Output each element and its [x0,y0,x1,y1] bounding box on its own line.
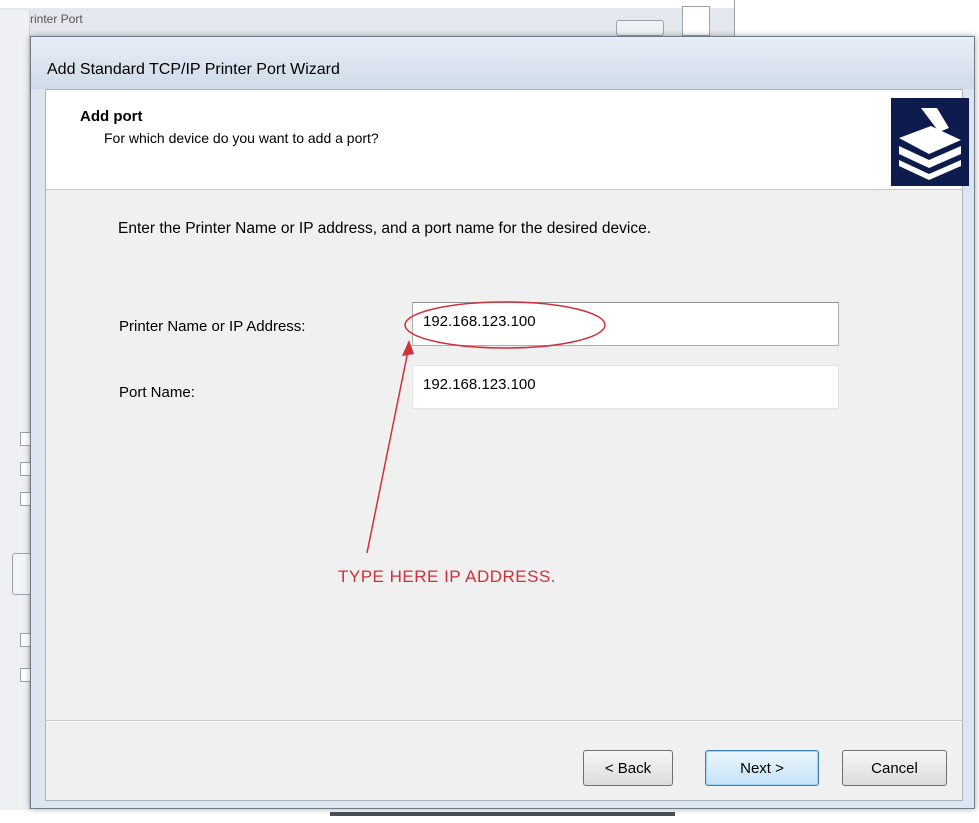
background-window-title: Printer Port [22,12,83,26]
button-area-separator-highlight [46,721,962,722]
wizard-header: Add port For which device do you want to… [46,90,969,190]
wizard-header-subtitle: For which device do you want to add a po… [104,130,379,146]
dialog-title-bar[interactable]: Add Standard TCP/IP Printer Port Wizard [31,37,974,89]
tcpip-port-wizard-dialog: Add Standard TCP/IP Printer Port Wizard … [30,36,975,809]
wizard-instructions: Enter the Printer Name or IP address, an… [118,220,652,237]
wizard-header-title: Add port [80,108,143,125]
background-side-panel [0,10,30,810]
printer-wizard-icon [891,98,969,186]
next-button[interactable]: Next > [705,750,819,786]
dialog-title: Add Standard TCP/IP Printer Port Wizard [47,61,340,78]
back-button[interactable]: < Back [583,750,673,786]
dialog-client-area: Add port For which device do you want to… [45,89,969,801]
port-name-label: Port Name: [119,384,195,401]
background-button[interactable] [616,20,664,36]
background-document-icon [682,6,710,36]
annotation-text: TYPE HERE IP ADDRESS. [338,567,557,586]
printer-name-input[interactable]: 192.168.123.100 [412,302,839,346]
port-name-input[interactable]: 192.168.123.100 [412,365,839,409]
background-taskbar-fragment [330,812,675,816]
printer-name-label: Printer Name or IP Address: [119,318,306,335]
background-divider [734,0,735,36]
cancel-button[interactable]: Cancel [842,750,947,786]
